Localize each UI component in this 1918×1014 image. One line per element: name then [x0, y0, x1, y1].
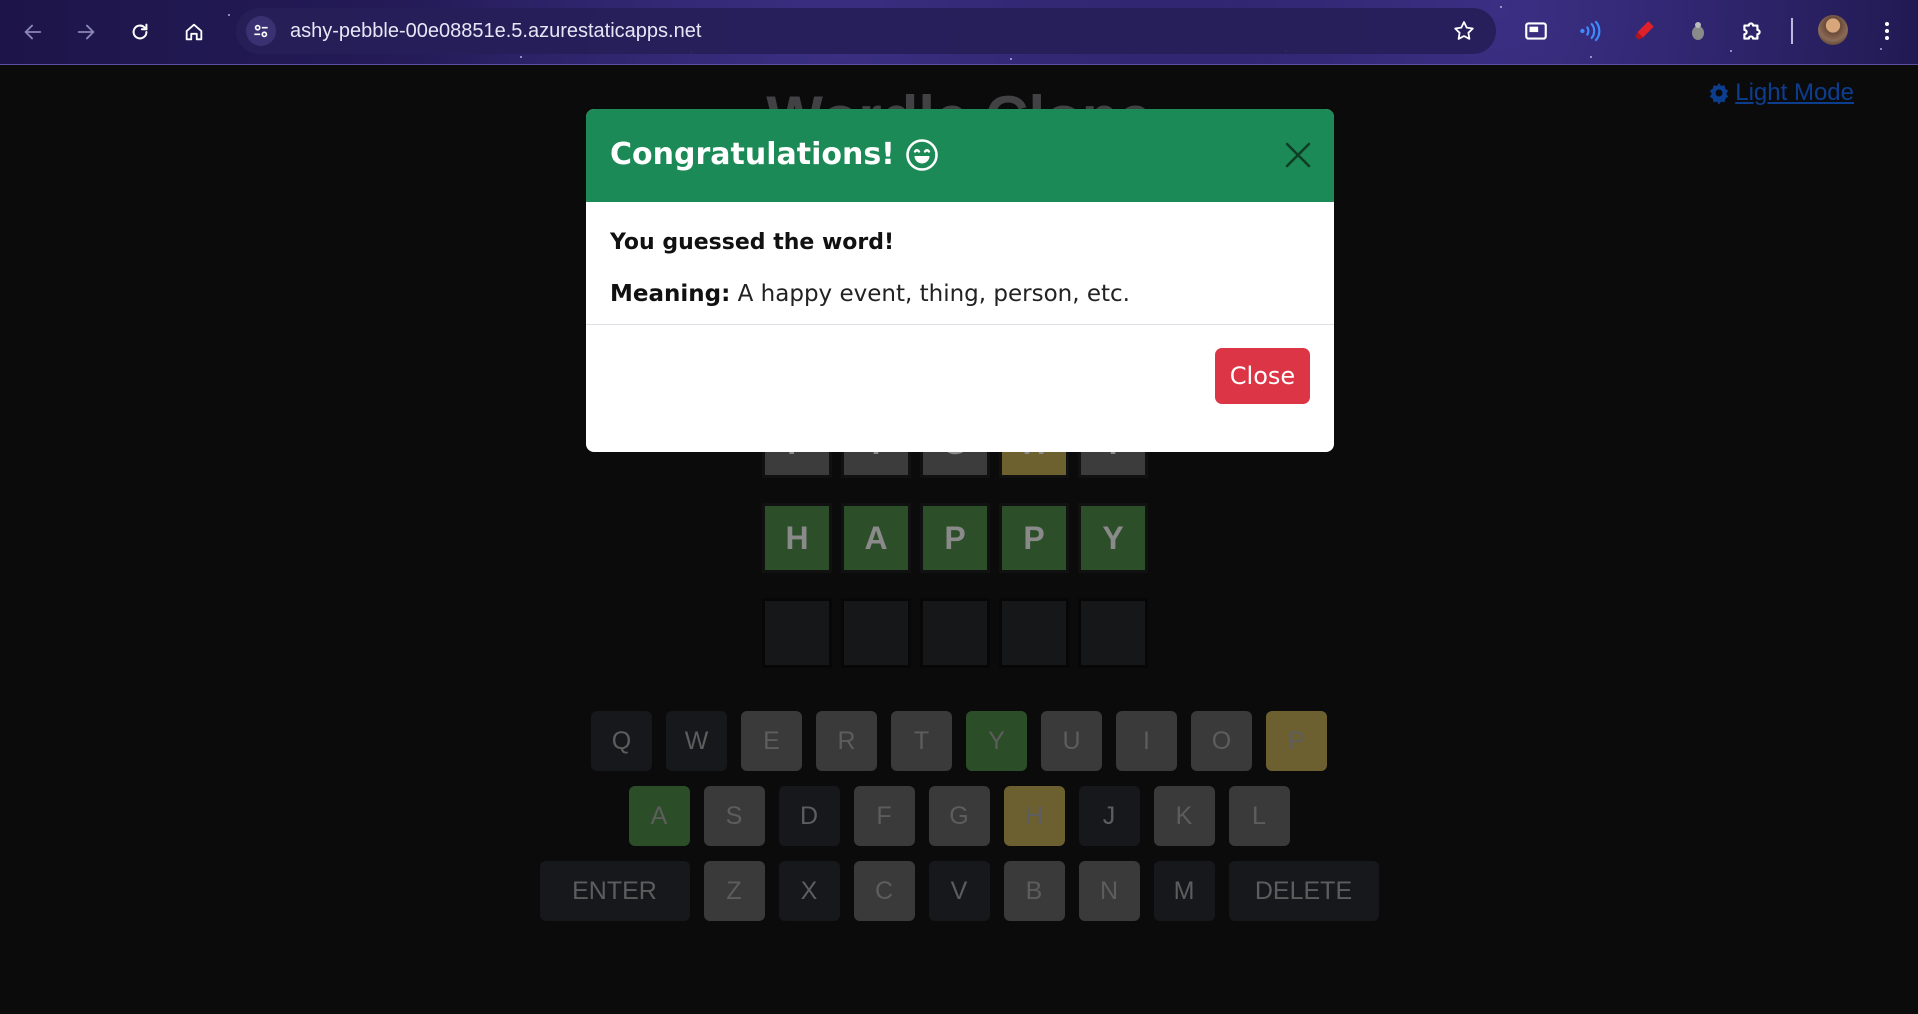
ladybug-icon	[1692, 22, 1704, 40]
grinning-face-icon	[906, 138, 938, 171]
sound-waves-icon	[1580, 20, 1601, 42]
letter-tile: H	[762, 503, 832, 573]
meaning-text: A happy event, thing, person, etc.	[737, 281, 1130, 307]
reload-button[interactable]	[122, 14, 158, 50]
modal-body: You guessed the word! Meaning: A happy e…	[586, 202, 1334, 325]
key-r[interactable]: R	[816, 711, 877, 771]
arrow-right-icon	[77, 24, 95, 40]
puzzle-icon	[1743, 22, 1761, 40]
key-h[interactable]: H	[1003, 786, 1065, 846]
key-d[interactable]: D	[778, 786, 840, 846]
letter-tile	[841, 598, 911, 668]
key-a[interactable]: A	[628, 786, 690, 846]
key-g[interactable]: G	[928, 786, 990, 846]
letter-tile	[762, 598, 832, 668]
key-j[interactable]: J	[1078, 786, 1140, 846]
key-delete[interactable]: DELETE	[1228, 861, 1379, 921]
key-x[interactable]: X	[778, 861, 840, 921]
browser-menu-button[interactable]	[1872, 16, 1902, 46]
key-k[interactable]: K	[1153, 786, 1215, 846]
letter-tile	[920, 598, 990, 668]
success-message: You guessed the word!	[610, 230, 895, 255]
key-z[interactable]: Z	[703, 861, 765, 921]
key-c[interactable]: C	[853, 861, 915, 921]
toolbar-divider	[1791, 18, 1793, 44]
meaning-label: Meaning:	[610, 281, 731, 307]
key-e[interactable]: E	[741, 711, 802, 771]
keyboard-row-2: ASDFGHJKL	[0, 786, 1918, 846]
letter-tile: P	[999, 503, 1069, 573]
read-aloud-extension[interactable]	[1575, 16, 1605, 46]
word-meaning: Meaning: A happy event, thing, person, e…	[610, 281, 1310, 307]
key-l[interactable]: L	[1228, 786, 1290, 846]
gear-icon	[1710, 83, 1729, 105]
letter-tile: Y	[1078, 503, 1148, 573]
key-n[interactable]: N	[1078, 861, 1140, 921]
modal-header: Congratulations!	[586, 109, 1334, 202]
more-vert-icon	[1885, 22, 1889, 40]
address-bar[interactable]: ashy-pebble-00e08851e.5.azurestaticapps.…	[236, 8, 1496, 54]
key-s[interactable]: S	[703, 786, 765, 846]
browser-toolbar: ashy-pebble-00e08851e.5.azurestaticapps.…	[0, 0, 1918, 65]
close-icon[interactable]	[1282, 139, 1314, 171]
key-y[interactable]: Y	[966, 711, 1027, 771]
bug-extension[interactable]	[1683, 16, 1713, 46]
profile-avatar[interactable]	[1818, 15, 1848, 45]
back-button[interactable]	[15, 14, 51, 50]
key-v[interactable]: V	[928, 861, 990, 921]
home-icon	[185, 23, 203, 41]
key-m[interactable]: M	[1153, 861, 1215, 921]
picture-in-picture-icon	[1525, 22, 1547, 40]
modal-title: Congratulations!	[610, 137, 939, 172]
theme-toggle-link[interactable]: Light Mode	[1707, 79, 1854, 107]
modal-footer: Close	[586, 325, 1334, 452]
letter-tile: P	[920, 503, 990, 573]
url-text[interactable]: ashy-pebble-00e08851e.5.azurestaticapps.…	[290, 20, 701, 43]
key-b[interactable]: B	[1003, 861, 1065, 921]
forward-button[interactable]	[68, 14, 104, 50]
key-w[interactable]: W	[666, 711, 727, 771]
site-info-button[interactable]	[246, 16, 276, 46]
key-i[interactable]: I	[1116, 711, 1177, 771]
bookmark-star-icon[interactable]	[1452, 19, 1476, 43]
keyboard-row-3: ENTER Z X C V B N M DELETE	[0, 861, 1918, 921]
letter-tile	[999, 598, 1069, 668]
key-f[interactable]: F	[853, 786, 915, 846]
key-enter[interactable]: ENTER	[539, 861, 690, 921]
key-p[interactable]: P	[1266, 711, 1327, 771]
key-u[interactable]: U	[1041, 711, 1102, 771]
letter-tile: A	[841, 503, 911, 573]
board-row: HAPPY	[762, 503, 1148, 573]
reload-icon	[132, 23, 148, 40]
tune-icon	[254, 24, 268, 38]
board-row	[762, 598, 1148, 668]
extensions-button[interactable]	[1737, 16, 1767, 46]
home-button[interactable]	[176, 14, 212, 50]
on-screen-keyboard: QWERTYUIOP ASDFGHJKL ENTER Z X C V B N M DELETE	[0, 711, 1918, 936]
result-modal: Congratulations! You guessed the word! M…	[586, 109, 1334, 452]
letter-tile	[1078, 598, 1148, 668]
key-q[interactable]: Q	[591, 711, 652, 771]
close-button[interactable]: Close	[1215, 348, 1310, 404]
marker-icon	[1635, 21, 1654, 40]
highlighter-extension[interactable]	[1629, 16, 1659, 46]
picture-in-picture-button[interactable]	[1521, 16, 1551, 46]
key-t[interactable]: T	[891, 711, 952, 771]
modal-title-text: Congratulations!	[610, 137, 895, 172]
arrow-left-icon	[24, 24, 42, 40]
key-o[interactable]: O	[1191, 711, 1252, 771]
keyboard-row-1: QWERTYUIOP	[0, 711, 1918, 771]
theme-toggle-label: Light Mode	[1735, 79, 1854, 106]
